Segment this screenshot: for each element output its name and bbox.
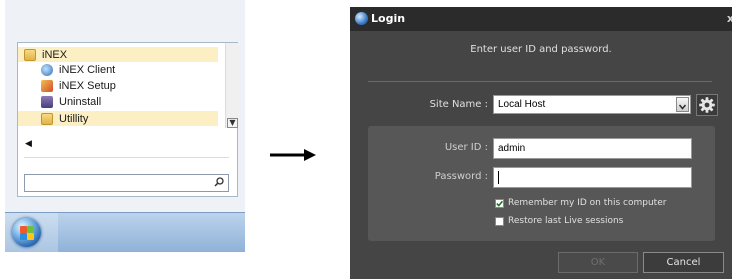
divider bbox=[368, 81, 712, 82]
menu-item-uninstall[interactable]: Uninstall bbox=[41, 94, 101, 109]
ok-button[interactable]: OK bbox=[558, 252, 638, 273]
taskbar bbox=[5, 212, 245, 252]
search-icon[interactable] bbox=[214, 177, 224, 187]
start-menu: iNEX iNEX Client iNEX Setup Uninstall Ut… bbox=[5, 0, 245, 252]
menu-item-inex-client[interactable]: iNEX Client bbox=[41, 62, 115, 77]
app-icon bbox=[355, 12, 368, 25]
right-arrow-icon bbox=[270, 149, 316, 161]
remember-id-row[interactable]: Remember my ID on this computer bbox=[495, 197, 666, 209]
divider bbox=[24, 157, 229, 158]
site-name-label: Site Name : bbox=[429, 99, 488, 110]
menu-item-label: Uninstall bbox=[59, 95, 102, 108]
gear-icon bbox=[699, 97, 715, 113]
all-programs-panel: iNEX iNEX Client iNEX Setup Uninstall Ut… bbox=[17, 42, 239, 197]
user-id-label: User ID : bbox=[444, 142, 488, 153]
back-arrow-icon[interactable]: ◀ bbox=[25, 139, 32, 149]
restore-sessions-label: Restore last Live sessions bbox=[508, 216, 624, 226]
folder-icon bbox=[24, 48, 36, 61]
inex-client-icon bbox=[41, 63, 53, 76]
menu-item-utility-folder[interactable]: Utillity bbox=[41, 111, 88, 126]
credentials-panel: User ID : admin Password : Remember my I… bbox=[368, 126, 715, 241]
login-dialog: Login x Enter user ID and password. Site… bbox=[350, 7, 732, 279]
site-name-value: Local Host bbox=[498, 99, 546, 110]
inex-setup-icon bbox=[41, 79, 53, 92]
password-input[interactable] bbox=[493, 167, 692, 188]
windows-orb-icon[interactable] bbox=[12, 218, 41, 247]
restore-sessions-checkbox[interactable] bbox=[495, 216, 504, 226]
remember-id-checkbox[interactable] bbox=[495, 198, 504, 208]
chevron-down-icon[interactable] bbox=[676, 97, 689, 112]
dialog-title: Login bbox=[371, 12, 406, 25]
scrollbar[interactable] bbox=[225, 43, 239, 128]
cancel-button[interactable]: Cancel bbox=[643, 252, 724, 273]
menu-item-inex-folder[interactable]: iNEX bbox=[24, 47, 67, 62]
site-name-select[interactable]: Local Host bbox=[493, 95, 691, 114]
title-bar: Login x bbox=[350, 7, 732, 31]
site-settings-button[interactable] bbox=[696, 94, 718, 116]
remember-id-label: Remember my ID on this computer bbox=[508, 198, 667, 208]
user-id-value: admin bbox=[498, 143, 526, 154]
password-label: Password : bbox=[434, 171, 488, 182]
menu-item-inex-setup[interactable]: iNEX Setup bbox=[41, 78, 116, 93]
start-button[interactable] bbox=[5, 213, 58, 252]
search-box[interactable] bbox=[24, 174, 229, 192]
uninstall-icon bbox=[41, 95, 53, 108]
user-id-input[interactable]: admin bbox=[493, 138, 692, 159]
menu-item-label: Utillity bbox=[59, 112, 89, 125]
restore-sessions-row[interactable]: Restore last Live sessions bbox=[495, 215, 623, 227]
close-button[interactable]: x bbox=[727, 12, 732, 25]
login-prompt: Enter user ID and password. bbox=[470, 44, 612, 55]
menu-item-label: iNEX Client bbox=[59, 63, 116, 76]
menu-item-label: iNEX bbox=[42, 48, 68, 61]
scroll-down-button[interactable]: ▼ bbox=[227, 118, 238, 128]
folder-icon bbox=[41, 112, 53, 125]
menu-item-label: iNEX Setup bbox=[59, 79, 116, 92]
text-caret bbox=[498, 171, 499, 184]
